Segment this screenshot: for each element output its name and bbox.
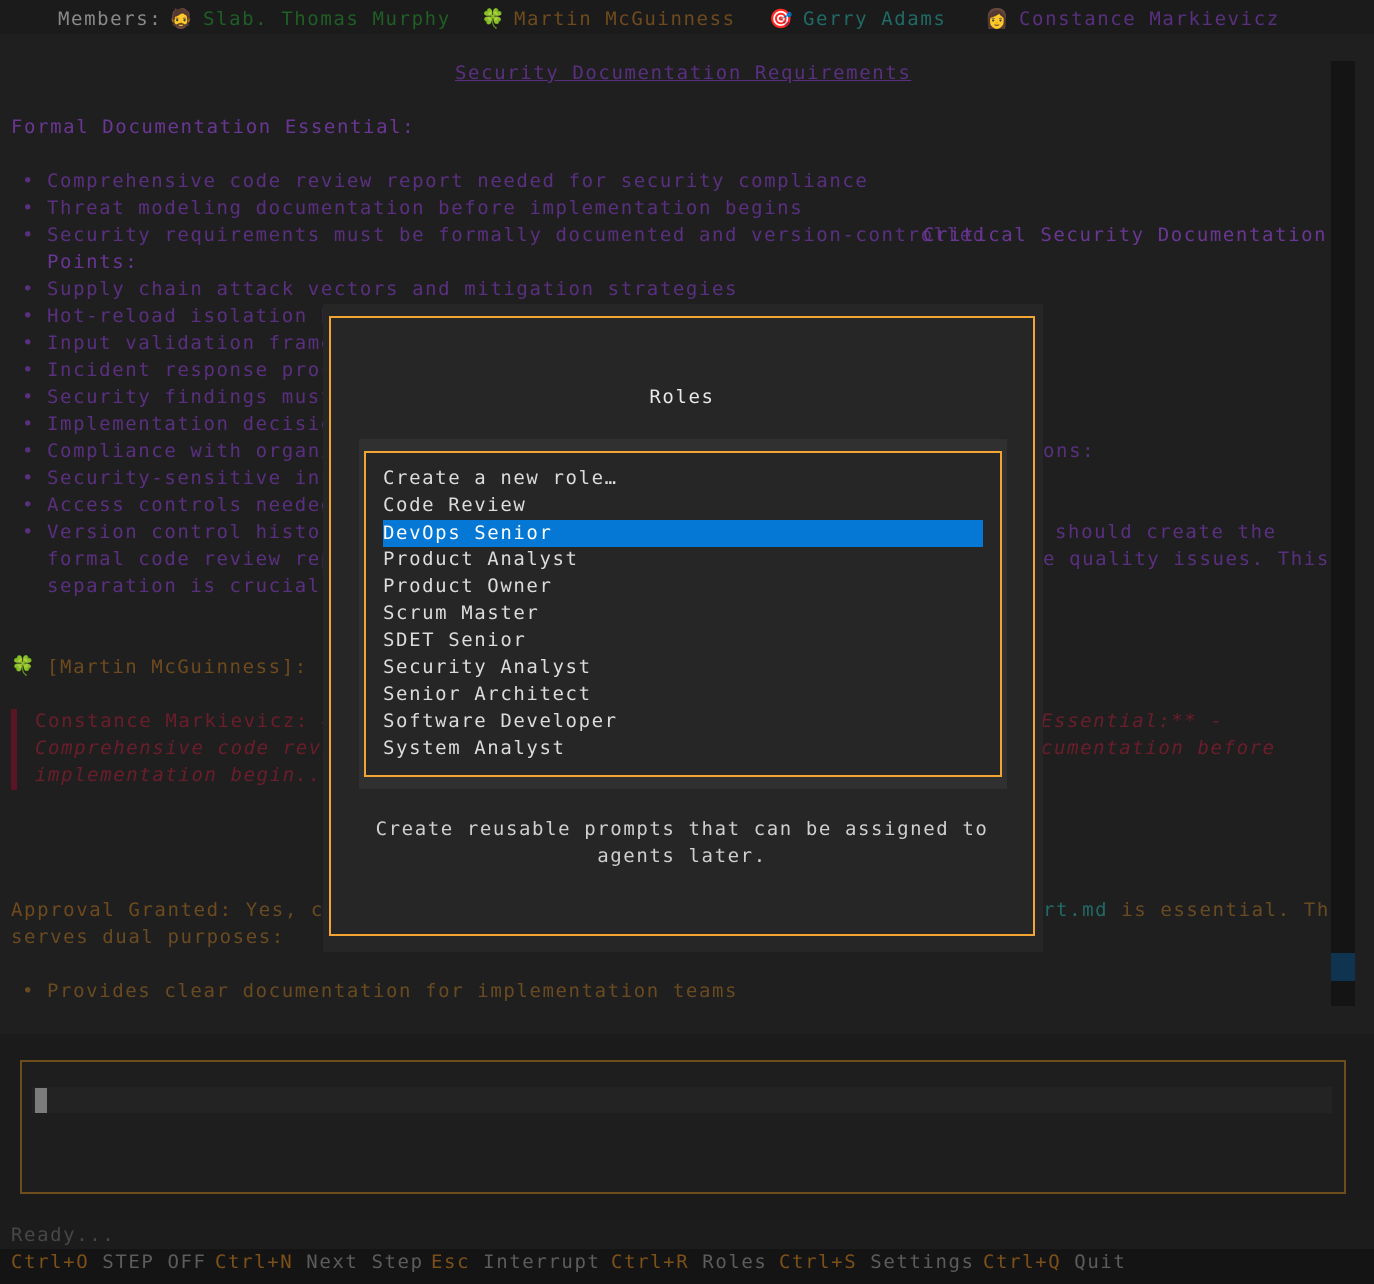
approval-label: Approval Granted: — [11, 899, 233, 921]
shortcut-quit[interactable]: Ctrl+Q Quit — [983, 1249, 1126, 1276]
shortcut-label: STEP OFF — [102, 1251, 207, 1273]
bullet-text: Threat modeling documentation before imp… — [47, 197, 804, 219]
shortcut-key: Ctrl+S — [779, 1251, 858, 1273]
approval-right: is essential. This — [1108, 899, 1356, 921]
message-input[interactable] — [32, 1087, 1332, 1113]
bullet-dot: • — [22, 386, 36, 408]
approval-line: Approval Granted: Yes, cre — [11, 897, 350, 924]
bullet-dot: • — [22, 197, 36, 219]
shortcut-key: Esc — [431, 1251, 471, 1273]
bullet-text: Comprehensive code review report needed … — [47, 170, 869, 192]
shortcut-key: Ctrl+O — [11, 1251, 90, 1273]
approval-line-right: rt.md is essential. This — [1043, 897, 1356, 924]
shortcut-roles[interactable]: Ctrl+R Roles — [611, 1249, 767, 1276]
member-emoji-3: 🎯 — [769, 8, 795, 30]
role-create-new[interactable]: Create a new role… — [383, 465, 983, 492]
quote-line: Comprehensive code revie — [35, 737, 348, 759]
bullet-text: Security-sensitive info — [47, 467, 347, 489]
shortcut-label: Settings — [870, 1251, 975, 1273]
quote-line: Constance Markievicz: ## — [35, 710, 348, 732]
bullet-dot: • — [22, 413, 36, 435]
bullet-dot: • — [22, 980, 36, 1002]
role-item[interactable]: Software Developer — [383, 708, 983, 735]
bullet-text: Supply chain attack vectors and mitigati… — [47, 278, 739, 300]
bullet-text: Security findings must — [47, 386, 334, 408]
bullet-text-right: should create the — [1055, 521, 1277, 543]
shortcut-next-step[interactable]: Ctrl+N Next Step — [215, 1249, 424, 1276]
role-item[interactable]: Product Analyst — [383, 546, 983, 573]
member-emoji-4: 👩 — [985, 8, 1011, 30]
role-item[interactable]: System Analyst — [383, 735, 983, 762]
dialog-description: Create reusable prompts that can be assi… — [375, 818, 989, 867]
bullet-dot: • — [22, 332, 36, 354]
bullet-text: Input validation framew — [47, 332, 347, 354]
shortcut-label: Next Step — [306, 1251, 424, 1273]
bullet-dot: • — [22, 521, 36, 543]
critical-label-cont: Points: — [47, 251, 139, 273]
shortcut-footer: Ctrl+O STEP OFF Ctrl+N Next Step Esc Int… — [0, 1249, 1374, 1284]
member-name-2[interactable]: Martin McGuinness — [514, 6, 736, 33]
bullet-dot: • — [22, 278, 36, 300]
approval-cont: serves dual purposes: — [11, 926, 285, 948]
shortcut-interrupt[interactable]: Esc Interrupt — [431, 1249, 601, 1276]
role-item[interactable]: Code Review — [383, 492, 983, 519]
shortcut-label: Interrupt — [483, 1251, 601, 1273]
shortcut-settings[interactable]: Ctrl+S Settings — [779, 1249, 975, 1276]
quote-line-right: Essential:** - — [1041, 710, 1224, 732]
bullet-dot: • — [22, 224, 36, 246]
members-label: Members: — [58, 8, 163, 30]
bullet-text-right: ons: — [1043, 440, 1096, 462]
members-bar: Members: 🧔 Slab. Thomas Murphy 🍀 Martin … — [0, 0, 1374, 34]
bullet-text: Implementation decision — [47, 413, 347, 435]
bullet-text-cont: formal code review repo — [47, 548, 347, 570]
shortcut-key: Ctrl+R — [611, 1251, 690, 1273]
member-name-4[interactable]: Constance Markievicz — [1019, 6, 1280, 33]
bullet-text-right: e quality issues. This — [1043, 548, 1330, 570]
member-name-3[interactable]: Gerry Adams — [803, 6, 946, 33]
section-heading: Formal Documentation Essential: — [11, 116, 416, 138]
role-item[interactable]: Senior Architect — [383, 681, 983, 708]
bullet-text: Version control history — [47, 521, 347, 543]
bullet-dot: • — [22, 170, 36, 192]
shortcut-key: Ctrl+Q — [983, 1251, 1062, 1273]
shortcut-label: Quit — [1074, 1251, 1127, 1273]
bullet-text: Hot-reload isolation bo — [47, 305, 347, 327]
bullet-dot: • — [22, 467, 36, 489]
bullet-text: Compliance with organiz — [47, 440, 347, 462]
shortcut-key: Ctrl+N — [215, 1251, 294, 1273]
bullet-dot: • — [22, 305, 36, 327]
role-item[interactable]: SDET Senior — [383, 627, 983, 654]
member-emoji-2: 🍀 — [481, 8, 507, 30]
bullet-text: Incident response proce — [47, 359, 347, 381]
bullet-text: Provides clear documentation for impleme… — [47, 980, 739, 1002]
member-name-1[interactable]: Slab. Thomas Murphy — [203, 6, 451, 33]
role-item[interactable]: Scrum Master — [383, 600, 983, 627]
bullet-dot: • — [22, 359, 36, 381]
chat-scrollbar[interactable] — [1331, 61, 1355, 1006]
bullet-text-cont: separation is crucial f — [47, 575, 347, 597]
shortcut-step[interactable]: Ctrl+O STEP OFF — [11, 1249, 207, 1276]
speaker-icon: 🍀 — [11, 655, 37, 677]
role-item[interactable]: Product Owner — [383, 573, 983, 600]
status-text: Ready... — [11, 1224, 116, 1246]
bullet-dot: • — [22, 440, 36, 462]
bullet-dot: • — [22, 494, 36, 516]
role-item[interactable]: Security Analyst — [383, 654, 983, 681]
dialog-title: Roles — [649, 386, 715, 408]
member-emoji-1: 🧔 — [169, 8, 195, 30]
speaker-name: [Martin McGuinness]: — [47, 656, 308, 678]
chat-scrollbar-thumb[interactable] — [1331, 953, 1355, 981]
role-item-selected[interactable]: DevOps Senior — [383, 520, 983, 547]
message-input-frame — [20, 1060, 1346, 1194]
text-cursor — [35, 1088, 47, 1113]
doc-title: Security Documentation Requirements — [455, 62, 912, 84]
shortcut-label: Roles — [702, 1251, 768, 1273]
bullet-text: Access controls needed — [47, 494, 334, 516]
quote-line-right: cumentation before — [1041, 737, 1276, 759]
quote-line: implementation begin... — [35, 764, 335, 786]
bullet-text: Security requirements must be formally d… — [47, 224, 986, 246]
quote-bar — [11, 709, 17, 790]
critical-label: Critical Security Documentation — [923, 224, 1328, 246]
approval-file: rt.md — [1043, 899, 1109, 921]
